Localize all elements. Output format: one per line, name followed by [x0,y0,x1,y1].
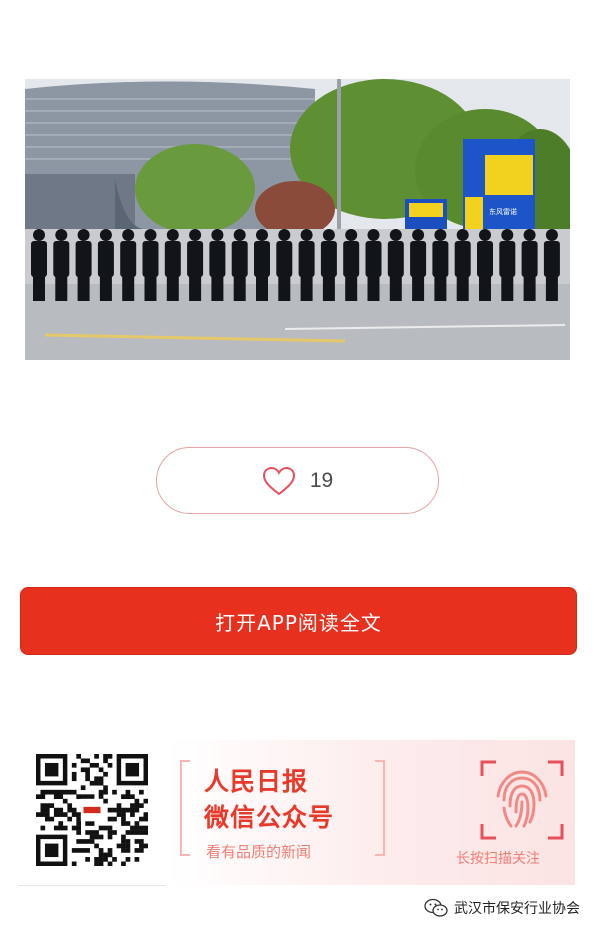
sign-text: 东风雷诺 [489,207,517,216]
photo-security-guards-formation: 东风雷诺 [25,79,570,360]
like-button[interactable]: 19 [156,447,439,514]
promo-title-line2: 微信公众号 [204,803,335,832]
scan-label: 长按扫描关注 [456,851,540,867]
fingerprint-icon [480,760,564,840]
open-app-button[interactable]: 打开APP阅读全文 [20,587,577,655]
promo-text-panel: 人民日报 微信公众号 看有品质的新闻 长按扫描关注 [168,740,575,885]
qr-code-icon [36,754,148,866]
bracket-left [180,760,190,856]
promo-title-line1: 人民日报 [204,767,309,796]
wechat-icon [424,898,448,917]
bracket-right [375,760,385,856]
promo-subtitle: 看有品质的新闻 [206,843,312,861]
article-photo: 东风雷诺 [25,79,570,360]
promo-banner[interactable]: 人民日报 微信公众号 看有品质的新闻 长按扫描关注 [18,740,575,886]
watermark-label: 武汉市保安行业协会 [454,901,580,917]
like-count: 19 [309,468,334,492]
qr-card [18,740,166,886]
heart-icon [262,466,295,495]
watermark: 武汉市保安行业协会 [424,896,580,920]
